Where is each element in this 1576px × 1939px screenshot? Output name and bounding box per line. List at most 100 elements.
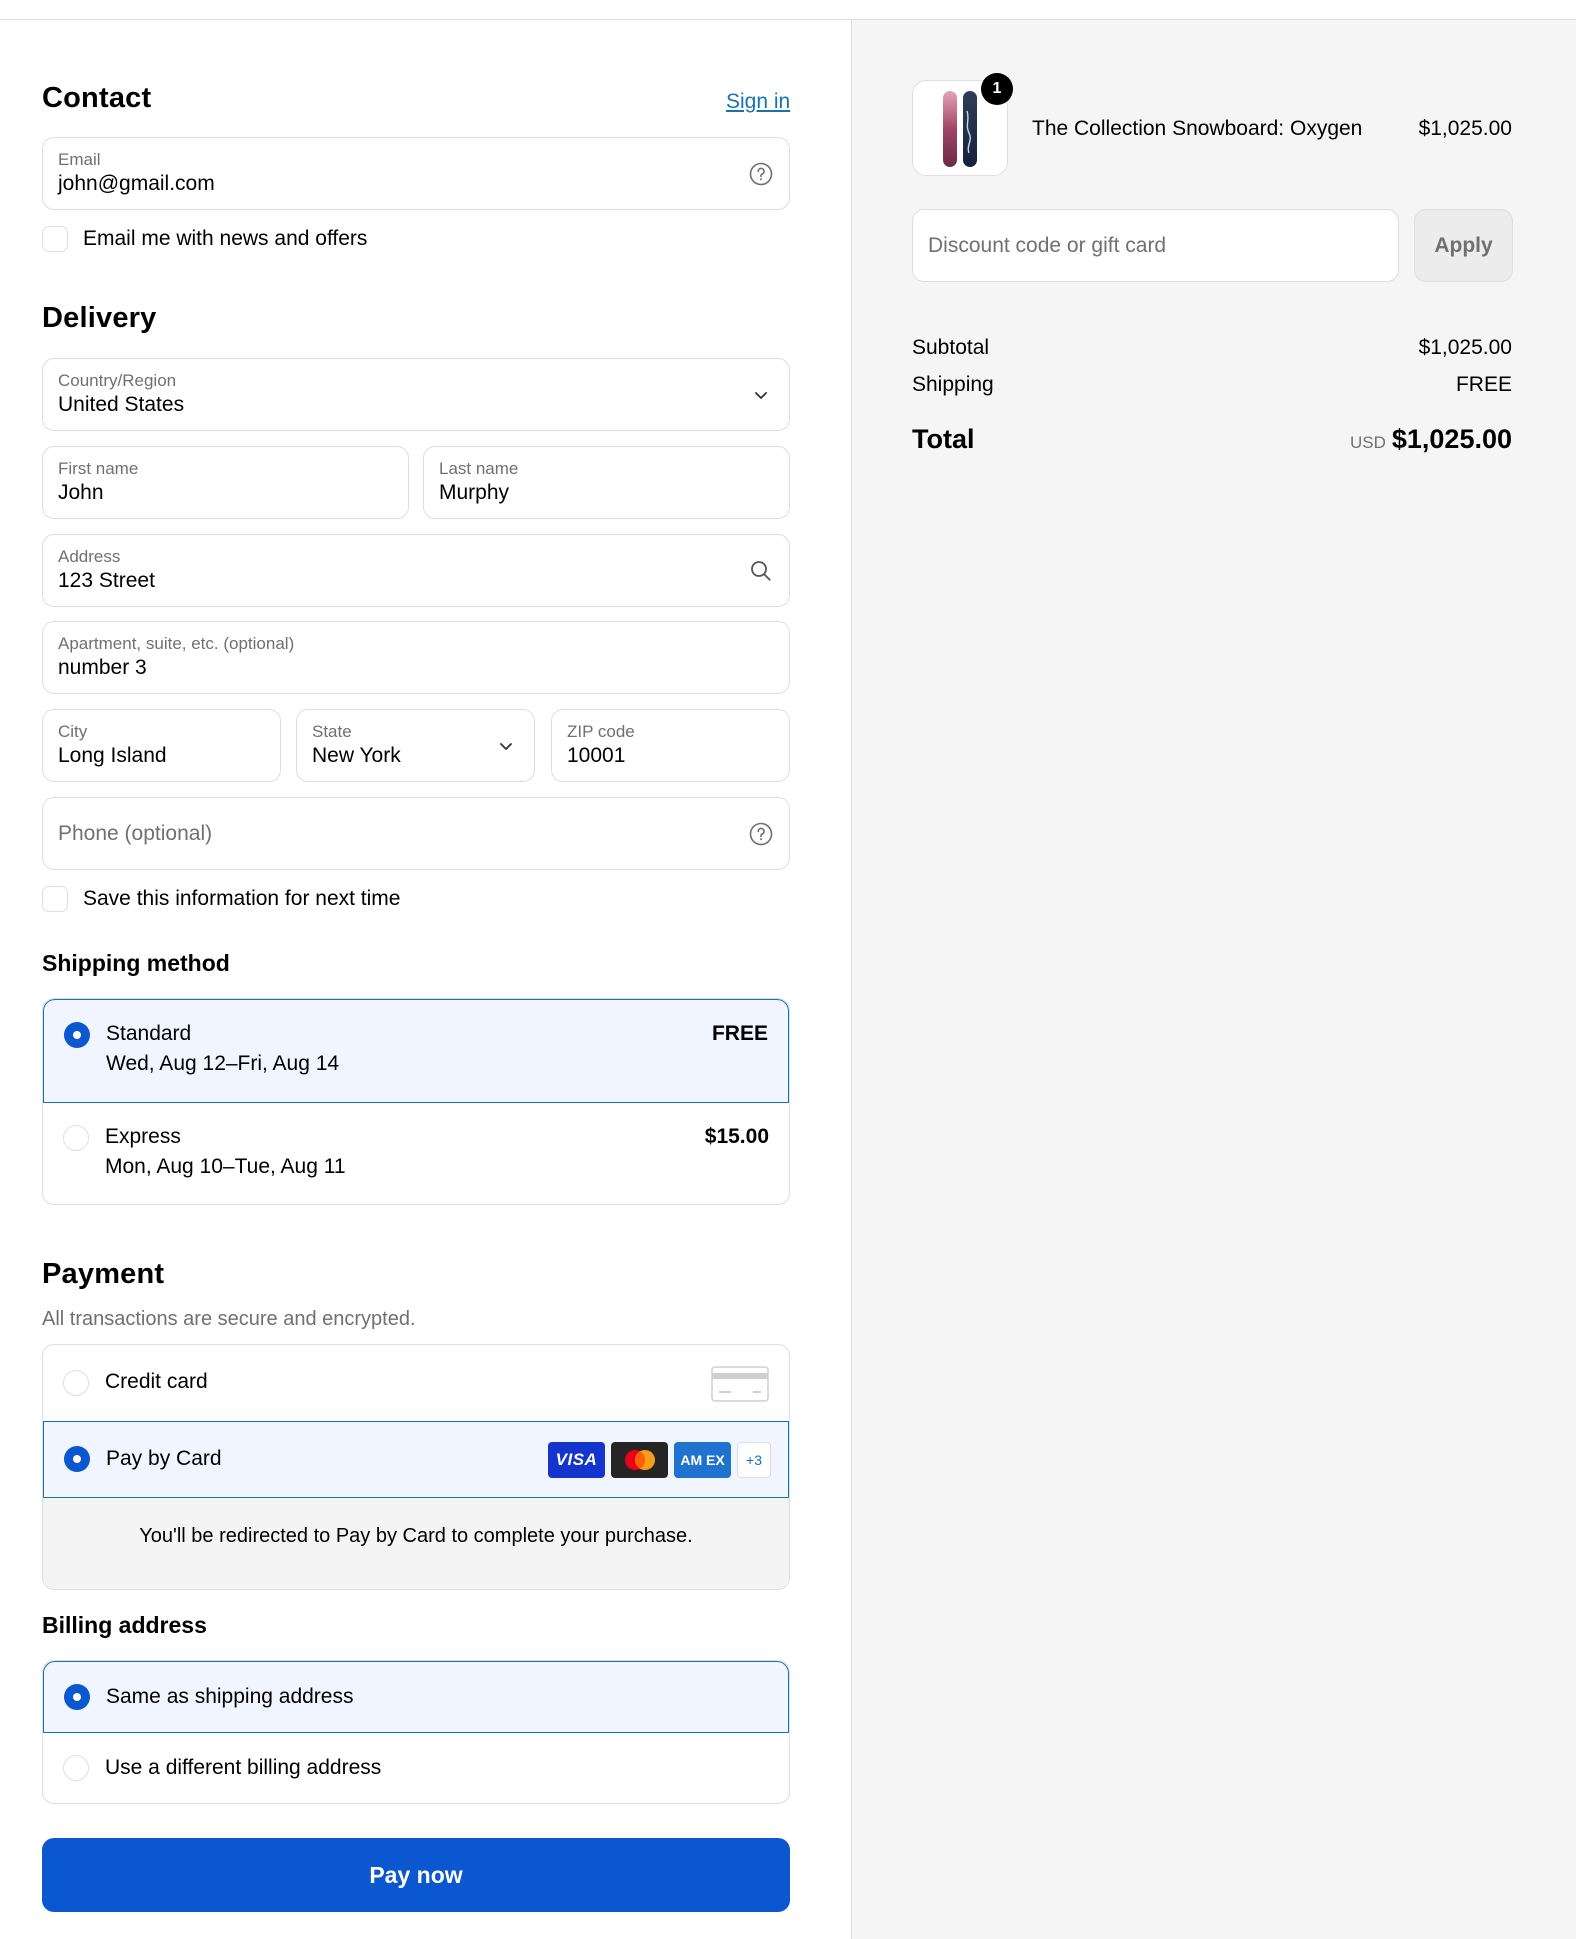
total-row: Total USD $1,025.00 (912, 424, 1512, 455)
pay-by-card-label: Pay by Card (106, 1447, 222, 1470)
news-offers-label: Email me with news and offers (83, 227, 368, 250)
save-info-checkbox[interactable] (42, 886, 68, 912)
apply-button[interactable]: Apply (1414, 209, 1513, 282)
mastercard-logo-icon (611, 1442, 668, 1478)
address-field[interactable]: Address 123 Street (42, 534, 790, 607)
apartment-value: number 3 (58, 656, 147, 679)
order-summary: 1 The Collection Snowboard: Oxygen $1,02… (851, 20, 1576, 1939)
billing-option-same[interactable]: Same as shipping address (43, 1661, 789, 1733)
shipping-dates-express: Mon, Aug 10–Tue, Aug 11 (105, 1155, 346, 1178)
subtotal-value: $1,025.00 (1418, 336, 1512, 359)
state-select[interactable]: State New York (296, 709, 535, 782)
chevron-down-icon (748, 382, 774, 408)
pay-now-button[interactable]: Pay now (42, 1838, 790, 1912)
top-divider (0, 0, 1576, 20)
shipping-price-express: $15.00 (704, 1125, 769, 1148)
radio-billing-different[interactable] (63, 1755, 89, 1781)
country-value: United States (58, 393, 185, 416)
contact-heading: Contact (42, 82, 152, 114)
payment-option-pay-by-card[interactable]: Pay by Card VISA AM EX +3 (43, 1421, 789, 1498)
news-offers-checkbox[interactable] (42, 226, 68, 252)
last-name-field[interactable]: Last name Murphy (423, 446, 790, 519)
save-info-label: Save this information for next time (83, 887, 401, 910)
subtotal-row: Subtotal $1,025.00 (912, 336, 1512, 360)
redirect-note: You'll be redirected to Pay by Card to c… (139, 1525, 693, 1547)
phone-field[interactable]: Phone (optional) (42, 797, 790, 870)
shipping-option-express[interactable]: Express Mon, Aug 10–Tue, Aug 11 $15.00 (43, 1103, 789, 1204)
more-cards-badge: +3 (737, 1442, 771, 1478)
email-field[interactable]: Email john@gmail.com (42, 137, 790, 210)
help-icon[interactable] (748, 161, 774, 187)
radio-credit-card[interactable] (63, 1370, 89, 1396)
first-name-label: First name (58, 459, 139, 478)
radio-pay-by-card[interactable] (64, 1446, 90, 1472)
chevron-down-icon (493, 733, 519, 759)
shipping-name-express: Express (105, 1125, 181, 1148)
help-icon[interactable] (748, 821, 774, 847)
news-offers-checkbox-row[interactable]: Email me with news and offers (42, 226, 367, 252)
discount-input[interactable]: Discount code or gift card (912, 209, 1399, 282)
total-amount: USD $1,025.00 (1350, 424, 1512, 455)
total-value: $1,025.00 (1391, 424, 1512, 454)
country-select[interactable]: Country/Region United States (42, 358, 790, 431)
zip-field[interactable]: ZIP code 10001 (551, 709, 790, 782)
state-label: State (312, 722, 352, 741)
billing-heading: Billing address (42, 1612, 207, 1638)
currency-code: USD (1349, 433, 1386, 452)
city-value: Long Island (58, 744, 167, 767)
radio-express[interactable] (63, 1125, 89, 1151)
billing-different-label: Use a different billing address (105, 1756, 382, 1779)
credit-card-icon (711, 1366, 769, 1407)
state-value: New York (312, 744, 401, 767)
redirect-note-panel: You'll be redirected to Pay by Card to c… (43, 1498, 789, 1589)
search-icon (748, 558, 774, 584)
radio-billing-same[interactable] (64, 1684, 90, 1710)
payment-heading: Payment (42, 1258, 165, 1290)
shipping-name-standard: Standard (106, 1022, 192, 1045)
billing-same-label: Same as shipping address (106, 1685, 354, 1708)
sign-in-link[interactable]: Sign in (726, 90, 790, 114)
billing-option-different[interactable]: Use a different billing address (43, 1733, 789, 1803)
country-label: Country/Region (58, 371, 177, 390)
shipping-dates-standard: Wed, Aug 12–Fri, Aug 14 (106, 1052, 340, 1075)
payment-options: Credit card Pay by Card VISA AM EX +3 Yo… (42, 1344, 790, 1590)
product-name: The Collection Snowboard: Oxygen (1032, 117, 1363, 140)
shipping-method-heading: Shipping method (42, 950, 230, 976)
product-price: $1,025.00 (1418, 117, 1512, 140)
payment-option-credit-card[interactable]: Credit card (43, 1345, 789, 1421)
shipping-value: FREE (1455, 373, 1512, 396)
shipping-row: Shipping FREE (912, 373, 1512, 397)
last-name-value: Murphy (439, 481, 510, 504)
last-name-label: Last name (439, 459, 519, 478)
address-label: Address (58, 547, 121, 566)
shipping-price-standard: FREE (711, 1022, 768, 1045)
apartment-label: Apartment, suite, etc. (optional) (58, 634, 295, 653)
amex-logo-icon: AM EX (674, 1442, 731, 1478)
first-name-value: John (58, 481, 104, 504)
radio-standard[interactable] (64, 1022, 90, 1048)
credit-card-label: Credit card (105, 1370, 208, 1393)
quantity-badge: 1 (981, 73, 1013, 105)
shipping-option-standard[interactable]: Standard Wed, Aug 12–Fri, Aug 14 FREE (43, 999, 789, 1103)
save-info-checkbox-row[interactable]: Save this information for next time (42, 886, 400, 912)
discount-placeholder: Discount code or gift card (928, 234, 1167, 257)
visa-logo-icon: VISA (548, 1442, 605, 1478)
first-name-field[interactable]: First name John (42, 446, 409, 519)
total-label: Total (912, 424, 975, 454)
shipping-label: Shipping (912, 373, 994, 396)
zip-label: ZIP code (567, 722, 635, 741)
checkout-form: Contact Sign in Email john@gmail.com Ema… (0, 20, 851, 1939)
zip-value: 10001 (567, 744, 626, 767)
billing-options: Same as shipping address Use a different… (42, 1660, 790, 1804)
address-value: 123 Street (58, 569, 155, 592)
city-label: City (58, 722, 88, 741)
email-label: Email (58, 150, 101, 169)
payment-subtitle: All transactions are secure and encrypte… (42, 1308, 416, 1330)
city-field[interactable]: City Long Island (42, 709, 281, 782)
email-value: john@gmail.com (58, 172, 215, 195)
subtotal-label: Subtotal (912, 336, 990, 359)
phone-placeholder: Phone (optional) (58, 822, 213, 845)
shipping-options: Standard Wed, Aug 12–Fri, Aug 14 FREE Ex… (42, 998, 790, 1205)
delivery-heading: Delivery (42, 302, 157, 334)
apartment-field[interactable]: Apartment, suite, etc. (optional) number… (42, 621, 790, 694)
